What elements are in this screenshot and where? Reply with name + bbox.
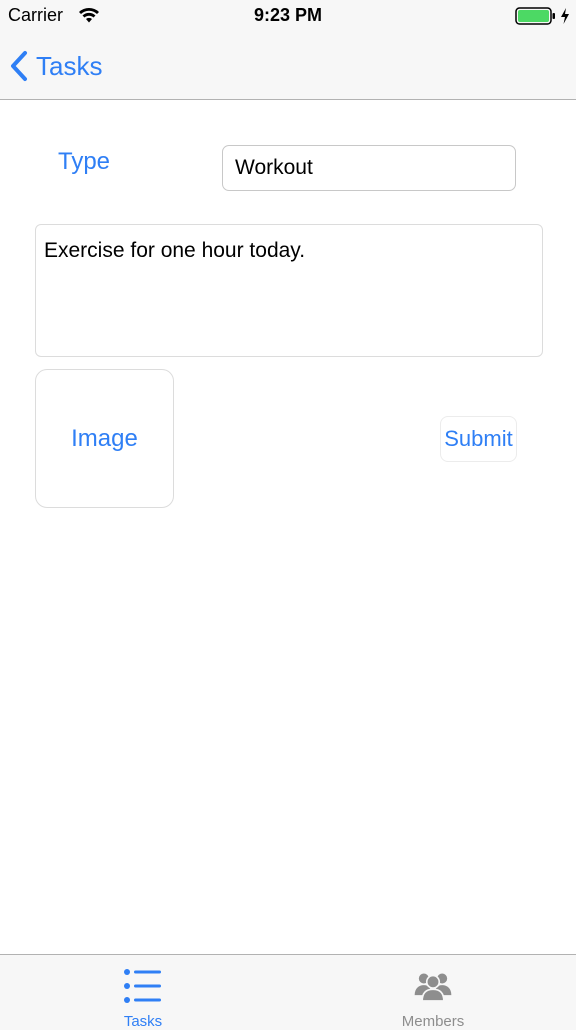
screen: Carrier 9:23 PM Tasks Type Workout Exerc… — [0, 0, 576, 1030]
description-textarea[interactable]: Exercise for one hour today. — [35, 224, 543, 357]
tab-bar: Tasks Members — [0, 954, 576, 1030]
tab-tasks-label: Tasks — [123, 1013, 163, 1030]
back-button-label: Tasks — [36, 50, 103, 81]
tab-members[interactable]: Members — [333, 955, 533, 1030]
submit-button-label: Submit — [444, 426, 513, 451]
chevron-left-icon — [11, 51, 27, 81]
status-time: 9:23 PM — [253, 5, 323, 25]
list-icon — [124, 969, 161, 1003]
type-label: Type — [58, 148, 111, 175]
battery-icon — [515, 7, 555, 25]
type-input-value: Workout — [235, 156, 313, 179]
group-icon — [414, 973, 452, 1002]
description-text: Exercise for one hour today. — [44, 239, 306, 262]
submit-button[interactable]: Submit — [440, 416, 517, 462]
image-button[interactable]: Image — [35, 369, 174, 508]
tab-members-label: Members — [401, 1013, 465, 1030]
back-button[interactable]: Tasks — [8, 46, 102, 86]
navigation-bar: Tasks — [0, 32, 576, 100]
image-button-label: Image — [71, 424, 138, 452]
type-input[interactable]: Workout — [222, 145, 516, 191]
charging-bolt-icon — [561, 8, 569, 24]
tab-tasks[interactable]: Tasks — [43, 955, 243, 1030]
status-bar: Carrier 9:23 PM — [0, 0, 576, 32]
